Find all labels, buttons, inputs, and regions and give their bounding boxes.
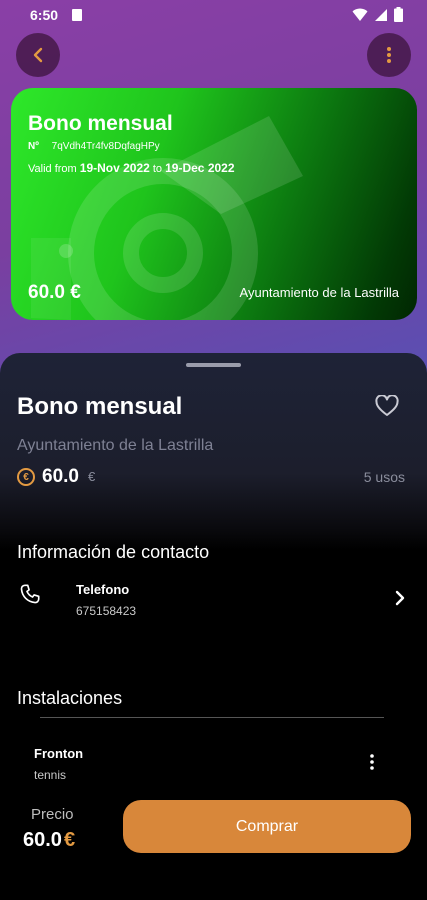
facilities-divider xyxy=(40,717,384,718)
more-options-button[interactable] xyxy=(367,33,411,77)
battery-icon xyxy=(394,7,403,22)
card-organization: Ayuntamiento de la Lastrilla xyxy=(239,285,399,300)
status-time: 6:50 xyxy=(30,7,59,23)
contact-open-button[interactable] xyxy=(395,590,405,611)
facility-type: tennis xyxy=(34,768,67,782)
valid-from-date: 19-Nov 2022 xyxy=(79,161,150,175)
valid-prefix: Valid from xyxy=(28,163,77,175)
phone-icon xyxy=(19,583,41,610)
card-price: 60.0 € xyxy=(28,282,81,303)
buy-button[interactable]: Comprar xyxy=(123,800,411,853)
signal-icon xyxy=(375,8,387,21)
product-title: Bono mensual xyxy=(17,393,183,420)
facility-name[interactable]: Fronton xyxy=(34,746,83,761)
chevron-right-icon xyxy=(395,590,405,606)
back-button[interactable] xyxy=(16,33,60,77)
more-vert-icon xyxy=(370,754,374,770)
contact-heading: Información de contacto xyxy=(17,542,210,562)
uses-count: 5 usos xyxy=(363,469,405,485)
back-arrow-icon xyxy=(33,47,43,63)
pass-card: Bono mensual Nº 7qVdh4Tr4fv8DqfagHPy Val… xyxy=(11,88,417,320)
card-number-value: 7qVdh4Tr4fv8DqfagHPy xyxy=(51,141,160,152)
detail-sheet: Bono mensual Ayuntamiento de la Lastrill… xyxy=(0,353,427,900)
product-price: 60.0 xyxy=(42,466,79,487)
product-organization: Ayuntamiento de la Lastrilla xyxy=(17,437,214,454)
sd-card-icon xyxy=(72,9,82,21)
phone-label: Telefono xyxy=(76,582,130,597)
product-currency: € xyxy=(88,469,96,484)
wifi-icon xyxy=(352,8,368,21)
card-title: Bono mensual xyxy=(28,112,173,135)
heart-outline-icon xyxy=(375,394,399,416)
status-bar: 6:50 xyxy=(0,0,427,30)
card-number: Nº 7qVdh4Tr4fv8DqfagHPy xyxy=(28,141,160,152)
price-value: 60.0 € xyxy=(23,829,75,852)
valid-to-date: 19-Dec 2022 xyxy=(165,161,235,175)
sheet-drag-handle[interactable] xyxy=(186,363,241,367)
facility-more-button[interactable] xyxy=(369,753,375,776)
favorite-button[interactable] xyxy=(375,394,399,422)
purchase-bar: Precio 60.0 € Comprar xyxy=(0,793,427,900)
price-currency: € xyxy=(63,829,76,851)
facilities-heading: Instalaciones xyxy=(17,688,123,708)
card-number-label: Nº xyxy=(28,141,39,152)
price-amount: 60.0 xyxy=(23,829,62,851)
price-label: Precio xyxy=(31,806,74,823)
card-validity: Valid from 19-Nov 2022 to 19-Dec 2022 xyxy=(28,161,235,175)
phone-value[interactable]: 675158423 xyxy=(76,604,136,618)
euro-coin-icon: € xyxy=(17,468,35,486)
valid-to-word: to xyxy=(152,163,163,175)
status-icons xyxy=(352,7,403,22)
more-vert-icon xyxy=(387,47,391,63)
